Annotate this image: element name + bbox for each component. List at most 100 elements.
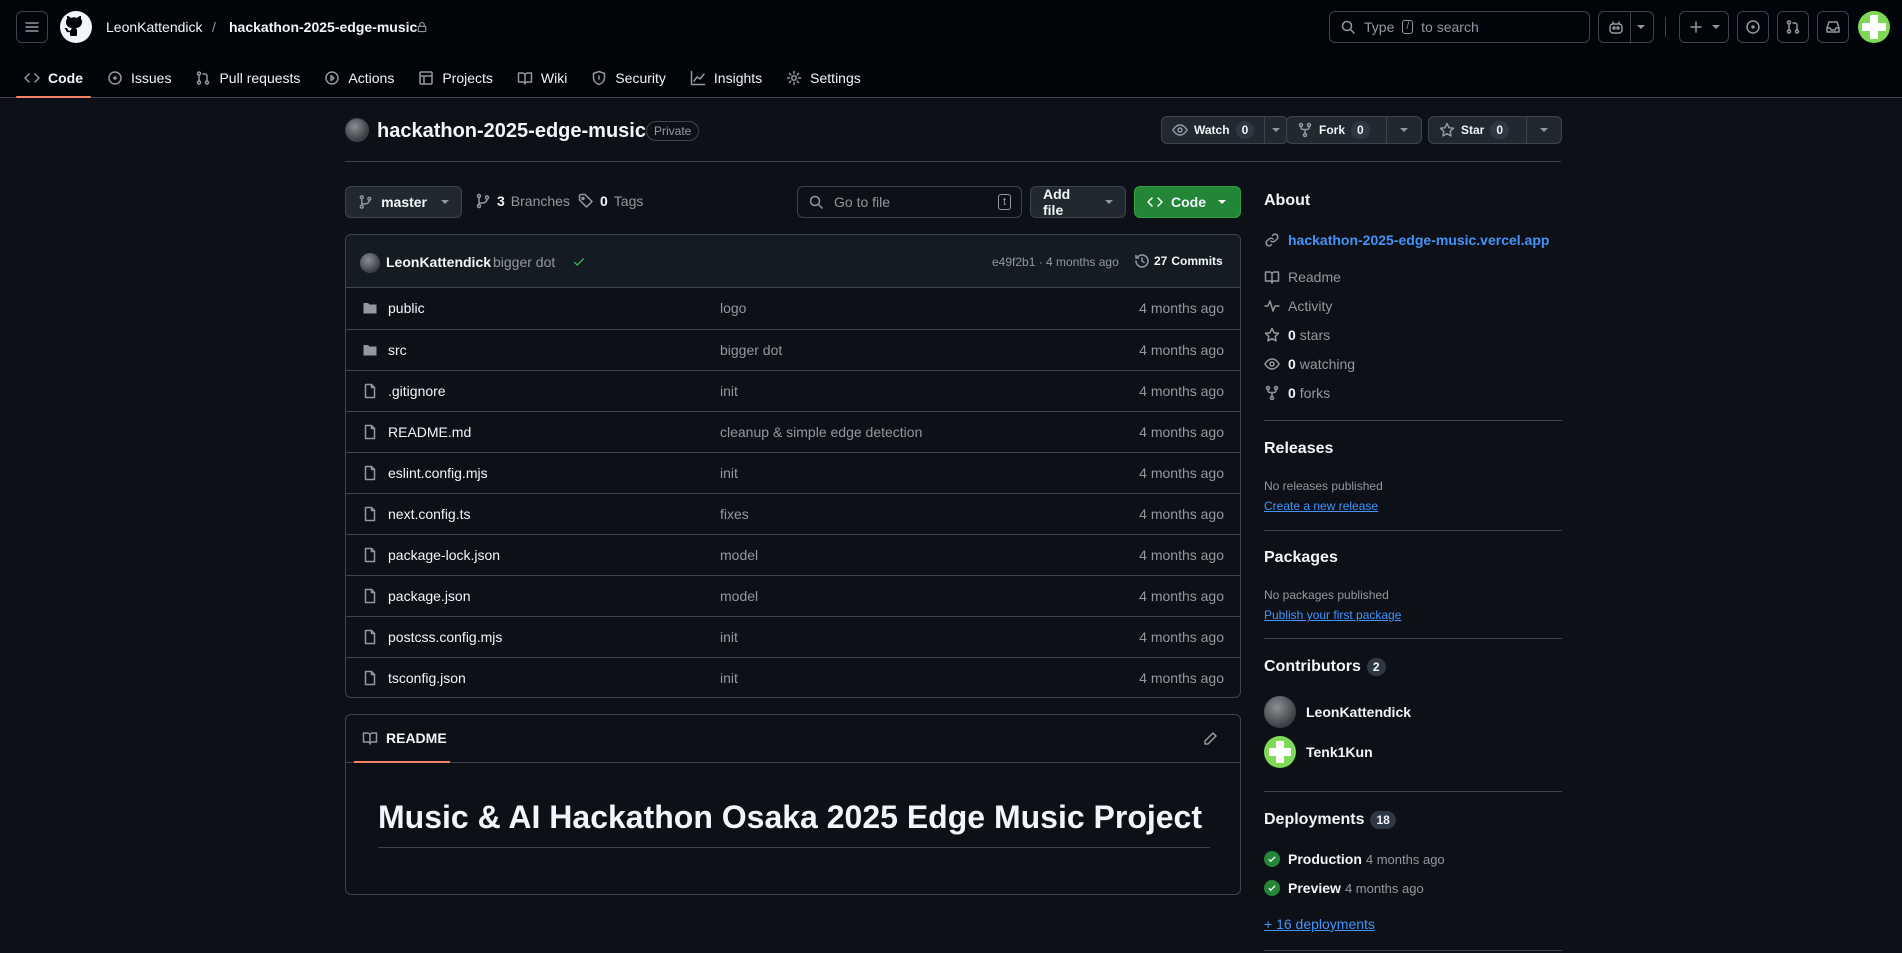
- file-row[interactable]: postcss.config.mjs init 4 months ago: [346, 616, 1240, 657]
- publish-package-link[interactable]: Publish your first package: [1264, 608, 1401, 622]
- tab-issues[interactable]: Issues: [99, 58, 179, 98]
- file-row[interactable]: next.config.ts fixes 4 months ago: [346, 493, 1240, 534]
- packages-title[interactable]: Packages: [1264, 549, 1562, 567]
- file-row[interactable]: public logo 4 months ago: [346, 288, 1240, 329]
- tab-actions[interactable]: Actions: [316, 58, 402, 98]
- github-logo-icon[interactable]: [60, 11, 92, 43]
- shield-icon: [593, 70, 606, 86]
- search-input[interactable]: Type / to search: [1329, 11, 1590, 43]
- file-row[interactable]: package.json model 4 months ago: [346, 575, 1240, 616]
- inbox-button[interactable]: [1817, 11, 1849, 43]
- create-new-button[interactable]: [1679, 11, 1729, 43]
- check-icon[interactable]: [572, 255, 586, 269]
- pull-requests-button[interactable]: [1777, 11, 1809, 43]
- pencil-icon[interactable]: [1202, 731, 1218, 747]
- file-commit-message[interactable]: model: [720, 588, 758, 604]
- copilot-button[interactable]: [1598, 11, 1654, 43]
- stars-label: stars: [1299, 327, 1331, 343]
- tab-security[interactable]: Security: [583, 58, 674, 98]
- tab-code[interactable]: Code: [16, 58, 91, 98]
- file-row[interactable]: package-lock.json model 4 months ago: [346, 534, 1240, 575]
- file-commit-message[interactable]: init: [720, 465, 738, 481]
- readme-link[interactable]: Readme: [1264, 269, 1341, 285]
- file-name[interactable]: .gitignore: [388, 383, 446, 399]
- tab-pull-requests[interactable]: Pull requests: [187, 58, 308, 98]
- watching-link[interactable]: 0 watching: [1264, 356, 1355, 372]
- file-table: LeonKattendick bigger dot e49f2b1 · 4 mo…: [345, 234, 1241, 698]
- repo-title[interactable]: hackathon-2025-edge-music: [377, 117, 646, 145]
- commit-hash-time[interactable]: e49f2b1 · 4 months ago: [992, 255, 1119, 269]
- star-icon: [1439, 122, 1455, 137]
- file-name[interactable]: postcss.config.mjs: [388, 629, 502, 645]
- commit-author[interactable]: LeonKattendick: [386, 254, 491, 270]
- file-name[interactable]: public: [388, 300, 425, 316]
- breadcrumb-repo[interactable]: hackathon-2025-edge-music: [229, 17, 417, 37]
- file-row[interactable]: tsconfig.json init 4 months ago: [346, 657, 1240, 697]
- tab-insights[interactable]: Insights: [682, 58, 770, 98]
- releases-title[interactable]: Releases: [1264, 440, 1562, 458]
- file-row[interactable]: eslint.config.mjs init 4 months ago: [346, 452, 1240, 493]
- activity-link[interactable]: Activity: [1264, 298, 1332, 314]
- file-row[interactable]: README.md cleanup & simple edge detection…: [346, 411, 1240, 452]
- contributors-title[interactable]: Contributors: [1264, 658, 1361, 675]
- forks-link[interactable]: 0 forks: [1264, 385, 1330, 401]
- readme-tab[interactable]: README: [354, 715, 450, 763]
- code-button[interactable]: Code: [1134, 186, 1241, 218]
- file-commit-message[interactable]: init: [720, 629, 738, 645]
- file-name[interactable]: package-lock.json: [388, 547, 500, 563]
- deployment-item[interactable]: Production 4 months ago: [1264, 851, 1445, 867]
- file-commit-message[interactable]: bigger dot: [720, 342, 782, 358]
- tab-wiki[interactable]: Wiki: [509, 58, 575, 98]
- file-row[interactable]: .gitignore init 4 months ago: [346, 370, 1240, 411]
- file-commit-message[interactable]: fixes: [720, 506, 749, 522]
- search-placeholder-prefix: Type: [1364, 19, 1395, 35]
- branches-link[interactable]: 3 Branches: [475, 193, 570, 209]
- history-icon: [1135, 254, 1149, 268]
- file-commit-message[interactable]: init: [720, 383, 738, 399]
- deployment-item[interactable]: Preview 4 months ago: [1264, 880, 1424, 896]
- divider: [1264, 638, 1562, 639]
- file-name[interactable]: README.md: [388, 424, 471, 440]
- owner-avatar[interactable]: [345, 118, 369, 142]
- user-avatar[interactable]: [1858, 11, 1890, 43]
- go-to-file-input[interactable]: Go to file t: [797, 186, 1022, 218]
- file-date: 4 months ago: [1139, 588, 1224, 604]
- commit-message[interactable]: bigger dot: [493, 254, 555, 270]
- search-shortcut-key: /: [1402, 20, 1414, 34]
- file-name[interactable]: tsconfig.json: [388, 670, 466, 686]
- more-deployments-link[interactable]: + 16 deployments: [1264, 916, 1375, 932]
- star-button[interactable]: Star 0: [1428, 116, 1562, 144]
- branch-select[interactable]: master: [345, 186, 462, 218]
- deployments-title[interactable]: Deployments: [1264, 811, 1364, 828]
- file-commit-message[interactable]: cleanup & simple edge detection: [720, 424, 922, 440]
- file-commit-message[interactable]: logo: [720, 300, 746, 316]
- file-name[interactable]: next.config.ts: [388, 506, 471, 522]
- file-commit-message[interactable]: init: [720, 670, 738, 686]
- code-icon: [24, 73, 40, 83]
- watch-button[interactable]: Watch 0: [1161, 116, 1289, 144]
- file-row[interactable]: src bigger dot 4 months ago: [346, 329, 1240, 370]
- file-icon: [362, 506, 378, 522]
- website-link[interactable]: hackathon-2025-edge-music.vercel.app: [1264, 232, 1549, 248]
- contributor-item[interactable]: LeonKattendick: [1264, 696, 1411, 728]
- book-icon: [362, 732, 378, 745]
- author-avatar[interactable]: [360, 253, 380, 273]
- file-name[interactable]: src: [388, 342, 407, 358]
- create-release-link[interactable]: Create a new release: [1264, 499, 1378, 513]
- chevron-down-icon: [1105, 200, 1113, 204]
- add-file-button[interactable]: Add file: [1030, 186, 1126, 218]
- file-name[interactable]: package.json: [388, 588, 471, 604]
- readme-heading: Music & AI Hackathon Osaka 2025 Edge Mus…: [378, 797, 1210, 848]
- contributor-item[interactable]: Tenk1Kun: [1264, 736, 1373, 768]
- tags-link[interactable]: 0 Tags: [578, 193, 643, 209]
- menu-button[interactable]: [16, 11, 48, 43]
- breadcrumb-owner[interactable]: LeonKattendick: [106, 17, 203, 37]
- file-commit-message[interactable]: model: [720, 547, 758, 563]
- stars-link[interactable]: 0 stars: [1264, 327, 1330, 343]
- issues-button[interactable]: [1737, 11, 1769, 43]
- fork-button[interactable]: Fork 0: [1286, 116, 1422, 144]
- tab-settings[interactable]: Settings: [778, 58, 869, 98]
- file-name[interactable]: eslint.config.mjs: [388, 465, 488, 481]
- commits-link[interactable]: 27 Commits: [1134, 253, 1223, 269]
- tab-projects[interactable]: Projects: [410, 58, 501, 98]
